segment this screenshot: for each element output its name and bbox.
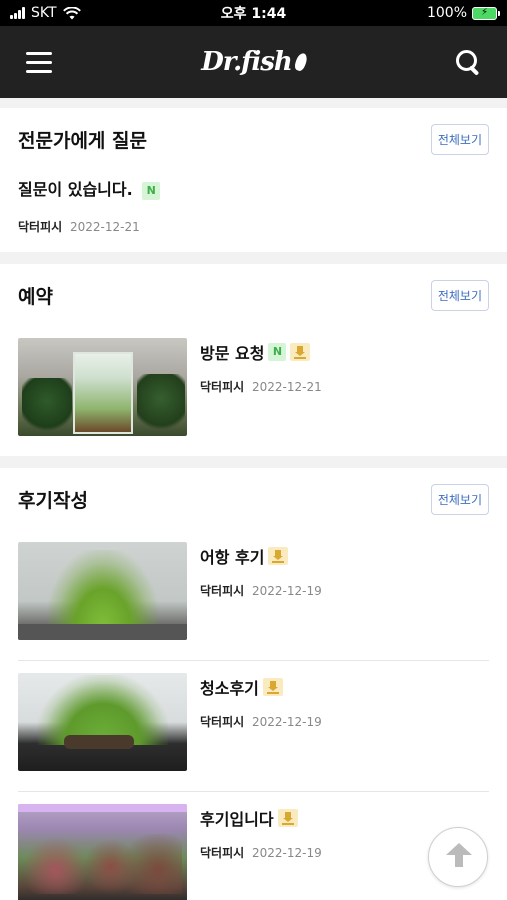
post-body: 청소후기 닥터피시 2022-12-19 xyxy=(187,673,322,771)
status-left: SKT xyxy=(10,5,170,21)
post-date: 2022-12-19 xyxy=(252,715,322,729)
post-title-row: 청소후기 xyxy=(200,675,322,699)
post-title: 방문 요청 xyxy=(200,344,265,363)
post-title-row: 방문 요청 N xyxy=(200,340,322,364)
section-header: 예약 전체보기 xyxy=(18,264,489,326)
section-title: 후기작성 xyxy=(18,489,88,512)
status-time: 오후 1:44 xyxy=(220,6,287,22)
signal-icon xyxy=(10,7,25,19)
post-title: 청소후기 xyxy=(200,679,259,698)
question-title: 질문이 있습니다. xyxy=(18,180,133,199)
main-content: 전문가에게 질문 전체보기 질문이 있습니다. N 닥터피시 2022-12-2… xyxy=(0,98,507,900)
review-section: 후기작성 전체보기 어항 후기 닥터피시 2022-12-19 청소후기 닥터피… xyxy=(0,468,507,900)
download-icon xyxy=(262,678,283,696)
new-badge: N xyxy=(268,343,287,361)
list-item[interactable]: 어항 후기 닥터피시 2022-12-19 xyxy=(18,530,489,661)
view-all-button[interactable]: 전체보기 xyxy=(430,279,489,311)
post-meta: 닥터피시 2022-12-19 xyxy=(200,582,322,599)
post-body: 방문 요청 N 닥터피시 2022-12-21 xyxy=(187,338,322,436)
search-icon[interactable] xyxy=(455,49,481,75)
hamburger-icon[interactable] xyxy=(26,51,52,73)
expert-question-section: 전문가에게 질문 전체보기 질문이 있습니다. N 닥터피시 2022-12-2… xyxy=(0,108,507,252)
section-header: 전문가에게 질문 전체보기 xyxy=(18,108,489,170)
question-item[interactable]: 질문이 있습니다. N 닥터피시 2022-12-21 xyxy=(18,176,489,235)
logo-text: Dr.fish xyxy=(201,47,293,77)
list-item[interactable]: 방문 요청 N 닥터피시 2022-12-21 xyxy=(18,326,489,456)
post-title: 후기입니다 xyxy=(200,810,274,829)
post-thumbnail xyxy=(18,338,187,436)
list-item[interactable]: 청소후기 닥터피시 2022-12-19 xyxy=(18,661,489,792)
scroll-to-top-button[interactable] xyxy=(428,827,488,887)
post-body: 후기입니다 닥터피시 2022-12-19 xyxy=(187,804,322,900)
post-body: 어항 후기 닥터피시 2022-12-19 xyxy=(187,542,322,640)
post-date: 2022-12-19 xyxy=(252,584,322,598)
fish-icon xyxy=(292,51,309,73)
download-icon xyxy=(277,809,298,827)
wifi-icon xyxy=(62,6,81,19)
status-bar: SKT 오후 1:44 100% ⚡ xyxy=(0,0,507,26)
logo[interactable]: Dr.fish xyxy=(201,47,309,77)
post-thumbnail xyxy=(18,804,187,900)
view-all-button[interactable]: 전체보기 xyxy=(430,123,489,155)
post-meta: 닥터피시 2022-12-19 xyxy=(200,844,322,861)
reservation-section: 예약 전체보기 방문 요청 N 닥터피시 2022-12-21 xyxy=(0,264,507,456)
question-meta: 닥터피시 2022-12-21 xyxy=(18,218,489,235)
view-all-button[interactable]: 전체보기 xyxy=(430,483,489,515)
author-name: 닥터피시 xyxy=(200,584,245,598)
author-name: 닥터피시 xyxy=(200,846,245,860)
post-date: 2022-12-21 xyxy=(252,380,322,394)
download-icon xyxy=(268,547,289,565)
post-thumbnail xyxy=(18,673,187,771)
section-title: 전문가에게 질문 xyxy=(18,129,147,152)
status-right: 100% ⚡ xyxy=(337,5,500,21)
post-title: 어항 후기 xyxy=(200,548,265,567)
section-title: 예약 xyxy=(18,285,53,308)
question-title-row: 질문이 있습니다. N xyxy=(18,176,489,200)
post-title-row: 어항 후기 xyxy=(200,544,322,568)
post-meta: 닥터피시 2022-12-19 xyxy=(200,713,322,730)
author-name: 닥터피시 xyxy=(200,715,245,729)
post-date: 2022-12-21 xyxy=(70,220,140,234)
post-meta: 닥터피시 2022-12-21 xyxy=(200,378,322,395)
post-thumbnail xyxy=(18,542,187,640)
battery-percent: 100% xyxy=(426,5,467,21)
author-name: 닥터피시 xyxy=(18,220,63,234)
app-header: Dr.fish xyxy=(0,26,507,98)
carrier-label: SKT xyxy=(31,5,57,21)
download-icon xyxy=(290,343,311,361)
section-header: 후기작성 전체보기 xyxy=(18,468,489,530)
battery-icon: ⚡ xyxy=(472,6,500,20)
post-date: 2022-12-19 xyxy=(252,846,322,860)
new-badge: N xyxy=(142,181,161,200)
author-name: 닥터피시 xyxy=(200,380,245,394)
list-item[interactable]: 후기입니다 닥터피시 2022-12-19 xyxy=(18,792,489,900)
post-title-row: 후기입니다 xyxy=(200,806,322,830)
